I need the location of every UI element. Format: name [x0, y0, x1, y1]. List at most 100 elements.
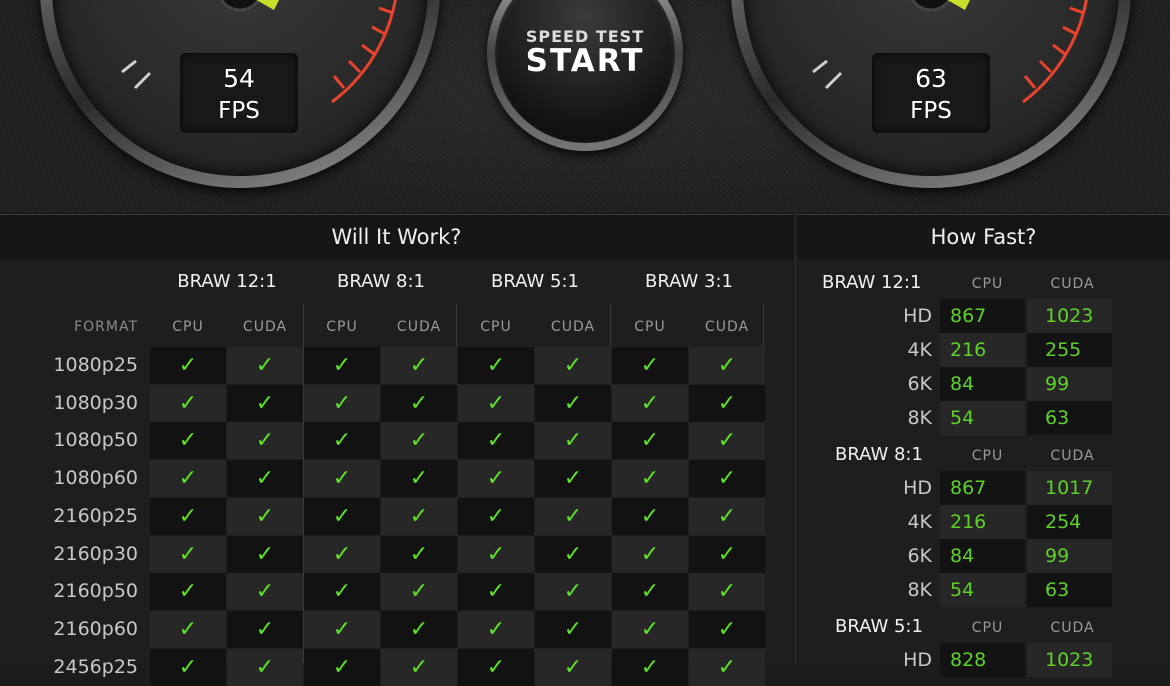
- cuda-column-header: CUDA: [396, 319, 442, 335]
- checkmark-icon: ✓: [640, 428, 660, 454]
- checkmark-icon: ✓: [332, 390, 352, 416]
- support-cell: ✓: [227, 610, 303, 648]
- how-fast-row: 4K 216 255: [795, 333, 1125, 367]
- checkmark-icon: ✓: [409, 654, 429, 680]
- cuda-column-header: CUDA: [550, 319, 596, 335]
- support-cell: ✓: [381, 497, 457, 535]
- cpu-column-header: CPU: [172, 319, 204, 335]
- support-cell: ✓: [381, 610, 457, 648]
- gauge-tick: [332, 75, 346, 89]
- cpu-gauge: 54 FPS: [40, 0, 440, 188]
- resolution-label: 8K: [907, 579, 932, 601]
- format-row: 2160p30 ✓ ✓ ✓ ✓ ✓ ✓ ✓ ✓: [0, 535, 790, 573]
- support-cell: ✓: [381, 384, 457, 422]
- format-label: 2456p25: [53, 655, 138, 678]
- how-fast-row: 8K 54 63: [795, 573, 1125, 607]
- support-cell: ✓: [458, 347, 534, 384]
- support-cell: ✓: [304, 422, 380, 460]
- checkmark-icon: ✓: [178, 503, 198, 529]
- cuda-gauge: 63 FPS: [731, 0, 1131, 188]
- checkmark-icon: ✓: [409, 466, 429, 492]
- checkmark-icon: ✓: [255, 503, 275, 529]
- cpu-column-header: CPU: [971, 620, 1004, 636]
- cpu-fps-value: 84: [940, 367, 1025, 401]
- gauge-tick: [378, 6, 394, 15]
- checkmark-icon: ✓: [563, 428, 583, 454]
- format-row: 2160p60 ✓ ✓ ✓ ✓ ✓ ✓ ✓ ✓: [0, 610, 790, 648]
- checkmark-icon: ✓: [255, 541, 275, 567]
- checkmark-icon: ✓: [255, 579, 275, 605]
- cuda-column-header: CUDA: [1050, 620, 1095, 636]
- support-cell: ✓: [150, 648, 226, 686]
- checkmark-icon: ✓: [486, 616, 506, 642]
- gauge-tick: [1038, 59, 1053, 74]
- support-cell: ✓: [612, 535, 688, 573]
- support-cell: ✓: [227, 347, 303, 384]
- checkmark-icon: ✓: [332, 466, 352, 492]
- support-cell: ✓: [227, 384, 303, 422]
- cuda-fps-value: 1023: [1027, 643, 1112, 677]
- cpu-fps-value: 828: [940, 643, 1025, 677]
- checkmark-icon: ✓: [255, 616, 275, 642]
- format-row: 1080p50 ✓ ✓ ✓ ✓ ✓ ✓ ✓ ✓: [0, 422, 790, 460]
- format-row: 1080p25 ✓ ✓ ✓ ✓ ✓ ✓ ✓ ✓: [0, 347, 790, 384]
- checkmark-icon: ✓: [563, 541, 583, 567]
- checkmark-icon: ✓: [563, 654, 583, 680]
- codec-group-header: BRAW 3:1: [645, 271, 733, 292]
- format-row: 2456p25 ✓ ✓ ✓ ✓ ✓ ✓ ✓ ✓: [0, 648, 790, 686]
- checkmark-icon: ✓: [409, 541, 429, 567]
- fps-unit: FPS: [910, 98, 952, 124]
- gauge-hub: [219, 0, 261, 12]
- support-cell: ✓: [458, 648, 534, 686]
- checkmark-icon: ✓: [563, 503, 583, 529]
- checkmark-icon: ✓: [409, 390, 429, 416]
- support-cell: ✓: [458, 384, 534, 422]
- support-cell: ✓: [535, 422, 611, 460]
- checkmark-icon: ✓: [178, 466, 198, 492]
- format-label: 1080p60: [53, 467, 138, 490]
- cpu-fps-value: 54: [940, 573, 1025, 607]
- support-cell: ✓: [535, 384, 611, 422]
- fps-value: 63: [915, 64, 947, 93]
- support-cell: ✓: [227, 422, 303, 460]
- support-cell: ✓: [150, 384, 226, 422]
- format-label: 2160p25: [53, 504, 138, 527]
- cpu-fps-value: 84: [940, 539, 1025, 573]
- checkmark-icon: ✓: [178, 654, 198, 680]
- cuda-column-header: CUDA: [1050, 276, 1095, 292]
- support-cell: ✓: [381, 422, 457, 460]
- gauge-tick: [133, 71, 152, 90]
- support-cell: ✓: [150, 573, 226, 611]
- format-label: 1080p50: [53, 429, 138, 452]
- fps-value: 54: [223, 64, 255, 93]
- checkmark-icon: ✓: [640, 616, 660, 642]
- start-button-label: START: [525, 43, 645, 79]
- support-cell: ✓: [689, 460, 765, 498]
- support-cell: ✓: [458, 422, 534, 460]
- support-cell: ✓: [304, 460, 380, 498]
- support-cell: ✓: [227, 460, 303, 498]
- support-cell: ✓: [150, 535, 226, 573]
- cpu-column-header: CPU: [971, 448, 1004, 464]
- support-cell: ✓: [381, 648, 457, 686]
- format-row: 2160p25 ✓ ✓ ✓ ✓ ✓ ✓ ✓ ✓: [0, 497, 790, 535]
- support-cell: ✓: [612, 384, 688, 422]
- gauge-tick: [347, 59, 362, 74]
- speed-test-start-button[interactable]: SPEED TEST START: [487, 0, 683, 151]
- how-fast-row: 6K 84 99: [795, 367, 1125, 401]
- codec-group-header: BRAW 8:1: [337, 271, 425, 292]
- how-fast-row: 6K 84 99: [795, 539, 1125, 573]
- checkmark-icon: ✓: [717, 353, 737, 378]
- checkmark-icon: ✓: [717, 654, 737, 680]
- resolution-label: 4K: [907, 339, 932, 361]
- support-cell: ✓: [227, 648, 303, 686]
- checkmark-icon: ✓: [563, 466, 583, 492]
- checkmark-icon: ✓: [178, 616, 198, 642]
- checkmark-icon: ✓: [178, 353, 198, 378]
- checkmark-icon: ✓: [486, 654, 506, 680]
- fps-unit: FPS: [218, 98, 260, 124]
- support-cell: ✓: [535, 648, 611, 686]
- checkmark-icon: ✓: [640, 579, 660, 605]
- format-label: 2160p60: [53, 617, 138, 640]
- support-cell: ✓: [612, 347, 688, 384]
